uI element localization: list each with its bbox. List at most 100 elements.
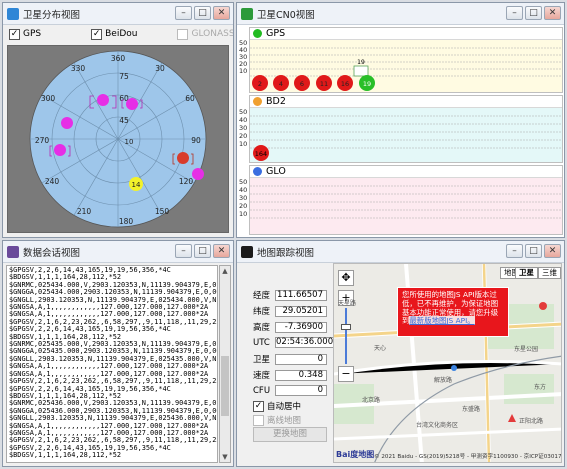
longitude-row: 经度 111.66507: [253, 289, 327, 301]
svg-text:120: 120: [179, 177, 194, 186]
log-app-icon: [7, 245, 19, 258]
log-title: 数据会话视图: [23, 247, 81, 259]
scroll-up-icon[interactable]: ▲: [220, 266, 230, 276]
satellite-count-row: 卫星 0: [253, 353, 327, 365]
maximize-button[interactable]: □: [525, 244, 542, 258]
map-pan-control[interactable]: ✥: [338, 270, 354, 286]
map-window: 地图跟踪视图 – □ ✕ 经度 111.66507 纬度 29.05201 高度 -7…: [236, 240, 565, 467]
cn0-title: 卫星CN0视图: [257, 9, 315, 21]
latitude-row: 纬度 29.05201: [253, 305, 327, 317]
cn0-gps-chart: 19 2 4 6 11 16 19: [250, 40, 562, 92]
svg-text:30: 30: [155, 64, 165, 73]
svg-text:90: 90: [191, 136, 201, 145]
scroll-thumb[interactable]: [221, 356, 229, 416]
map-app-icon: [241, 245, 253, 258]
svg-text:180: 180: [119, 217, 134, 226]
minimize-button[interactable]: –: [175, 6, 192, 20]
auto-center-checkbox[interactable]: ✓ 自动居中: [253, 400, 301, 412]
svg-text:240: 240: [45, 177, 60, 186]
map-type-satellite-button[interactable]: 卫星: [515, 267, 538, 279]
log-window: 数据会话视图 – □ ✕ $GPGSV,2,2,6,14,43,165,19,1…: [2, 240, 234, 467]
close-button[interactable]: ✕: [544, 244, 561, 258]
log-titlebar[interactable]: 数据会话视图 – □ ✕: [3, 241, 233, 263]
close-button[interactable]: ✕: [213, 6, 230, 20]
utc-row: UTC 02:54:36.000: [253, 337, 335, 348]
sat-marker[interactable]: [97, 94, 109, 106]
close-button[interactable]: ✕: [213, 244, 230, 258]
svg-text:19: 19: [357, 59, 365, 66]
zoom-slider-handle[interactable]: [341, 324, 351, 330]
svg-text:16: 16: [341, 80, 349, 88]
svg-text:19: 19: [363, 80, 371, 88]
beidou-checkbox[interactable]: ✓ BeiDou: [91, 28, 137, 40]
svg-text:4: 4: [279, 80, 283, 88]
maximize-button[interactable]: □: [525, 6, 542, 20]
upgrade-api-link[interactable]: 最新版地图JS API。: [409, 316, 475, 326]
skyplot-titlebar[interactable]: 卫星分布视图 – □ ✕: [3, 3, 233, 25]
cn0-panel-gps: GPS 19 2 4 6 11 16 19: [249, 27, 563, 93]
map-copyright: © 2021 Baidu - GS(2019)5218号 - 甲测资字11009…: [374, 454, 562, 460]
gps-checkbox[interactable]: ✓ GPS: [9, 28, 41, 40]
minimize-button[interactable]: –: [506, 244, 523, 258]
latitude-field[interactable]: 29.05201: [275, 305, 327, 317]
altitude-row: 高度 -7.36900: [253, 321, 327, 333]
cn0-panel-bd2: BD2 164: [249, 95, 563, 163]
checkmark-icon: ✓: [9, 28, 20, 40]
svg-text:75: 75: [119, 72, 129, 81]
skyplot-window: 卫星分布视图 – □ ✕ ✓ GPS ✓ BeiDou GLONASS 360 …: [2, 2, 234, 238]
close-button[interactable]: ✕: [544, 6, 561, 20]
map-titlebar[interactable]: 地图跟踪视图 – □ ✕: [237, 241, 564, 263]
svg-text:45: 45: [119, 116, 129, 125]
cn0-titlebar[interactable]: 卫星CN0视图 – □ ✕: [237, 3, 564, 25]
svg-text:10: 10: [125, 138, 134, 146]
minimize-button[interactable]: –: [175, 244, 192, 258]
svg-text:330: 330: [71, 64, 86, 73]
zoom-out-button[interactable]: −: [338, 366, 354, 382]
change-map-button[interactable]: 更换地图: [253, 427, 327, 442]
altitude-field[interactable]: -7.36900: [275, 321, 327, 333]
svg-text:11: 11: [320, 80, 328, 88]
map-type-3d-button[interactable]: 三维: [538, 267, 561, 279]
satellite-count-field[interactable]: 0: [275, 353, 327, 365]
map-title: 地图跟踪视图: [257, 247, 315, 259]
maximize-button[interactable]: □: [194, 6, 211, 20]
svg-text:2: 2: [258, 80, 262, 88]
svg-text:14: 14: [132, 181, 141, 189]
gps-dot-icon: [253, 29, 262, 38]
cn0-glo-chart: [250, 178, 562, 234]
sat-marker-14[interactable]: 14: [129, 177, 143, 191]
checkmark-icon: ✓: [253, 400, 264, 412]
checkmark-icon: ✓: [91, 28, 103, 40]
label-360: 360: [111, 54, 126, 63]
sat-marker-10[interactable]: 10: [125, 138, 134, 146]
maximize-button[interactable]: □: [194, 244, 211, 258]
speed-field[interactable]: 0.348: [275, 369, 327, 381]
sat-marker[interactable]: [61, 117, 73, 129]
scroll-down-icon[interactable]: ▼: [220, 452, 230, 462]
nmea-log-text[interactable]: $GPGSV,2,2,6,14,43,165,19,19,56,356,*4C …: [6, 265, 218, 463]
minimize-button[interactable]: –: [506, 6, 523, 20]
glo-dot-icon: [253, 167, 262, 176]
cfu-row: CFU 0: [253, 385, 327, 396]
skyplot-canvas: 360 30 60 270 90 240 120 210 180 150 330…: [7, 45, 229, 233]
svg-text:210: 210: [77, 207, 92, 216]
cfu-field[interactable]: 0: [275, 385, 327, 396]
skyplot-app-icon: [7, 7, 19, 20]
utc-field[interactable]: 02:54:36.000: [275, 337, 335, 348]
svg-text:300: 300: [41, 94, 56, 103]
cn0-panel-glo: GLO: [249, 165, 563, 235]
map-view[interactable]: ✥ + − 地图 卫星 三维 您所使用的地图JS API版本过低，已不再维护，为…: [333, 263, 562, 463]
bd2-dot-icon: [253, 97, 262, 106]
log-scrollbar[interactable]: ▲ ▼: [219, 265, 231, 463]
api-deprecation-warning: 您所使用的地图JS API版本过低，已不再维护，为保证地图基本功能正常使用，请您…: [397, 287, 509, 337]
offline-map-checkbox[interactable]: 离线地图: [253, 414, 301, 426]
svg-text:150: 150: [155, 207, 170, 216]
gps-axis-ticks: 50 40 30 20 10: [239, 39, 248, 75]
longitude-field[interactable]: 111.66507: [275, 289, 327, 301]
skyplot-title: 卫星分布视图: [23, 9, 81, 21]
baidu-logo: Bai度地图: [336, 450, 375, 459]
zoom-slider-track[interactable]: [345, 308, 347, 364]
sat-marker[interactable]: [192, 168, 204, 180]
glonass-checkbox[interactable]: GLONASS: [177, 28, 233, 40]
svg-text:60: 60: [185, 94, 195, 103]
